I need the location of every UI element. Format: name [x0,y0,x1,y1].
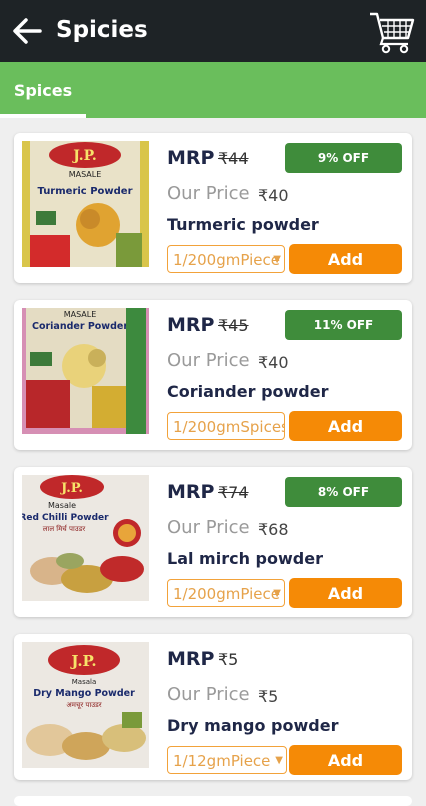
chevron-down-icon: ▼ [273,588,281,599]
our-price-label: Our Price [167,517,250,538]
pack-line: MASALE [64,310,97,319]
mrp-price: ₹74 [218,483,249,502]
mrp-price: ₹5 [218,650,239,669]
our-price: ₹5 [258,687,279,706]
app-header: Spicies [0,0,426,62]
product-image: J.P. Masale Red Chilli Powder लाल मिर्च … [22,475,149,601]
our-price: ₹40 [258,186,289,205]
pack-title: Dry Mango Powder [33,688,135,699]
add-button[interactable]: Add [289,578,402,608]
add-button[interactable]: Add [289,745,402,775]
product-card-partial [14,796,412,806]
product-card[interactable]: J.P. Masale Red Chilli Powder लाल मिर्च … [14,467,412,617]
chevron-down-icon: ▼ [275,755,283,766]
add-button[interactable]: Add [289,411,402,441]
back-arrow-icon[interactable] [10,14,44,48]
product-card[interactable]: MASALE Coriander Powder MRP ₹45 11% OFF … [14,300,412,450]
page-title: Spicies [56,17,148,43]
our-price: ₹40 [258,353,289,372]
product-name: Coriander powder [167,382,329,401]
pack-line: Masala [72,678,97,686]
variant-value: 1/12gmPiece [173,752,271,770]
product-name: Lal mirch powder [167,549,323,568]
variant-select[interactable]: 1/200gmPiece ▼ [167,245,285,273]
pack-brand: J.P. [71,148,97,164]
our-price-label: Our Price [167,183,250,204]
our-price-label: Our Price [167,350,250,371]
tab-label: Spices [13,80,73,100]
pack-title: Turmeric Powder [37,186,132,197]
variant-select[interactable]: 1/200gmPiece ▼ [167,579,285,607]
mrp-label: MRP [167,147,215,169]
discount-badge: 8% OFF [285,477,402,507]
pack-title: Coriander Powder [32,321,128,332]
product-name: Turmeric powder [167,215,319,234]
mrp-label: MRP [167,481,215,503]
variant-value: 1/200gmPiece [173,251,280,269]
variant-value: 1/200gmSpices [173,418,285,436]
chevron-down-icon: ▼ [273,254,281,265]
product-image: MASALE Coriander Powder [22,308,149,434]
cart-icon[interactable] [368,8,416,54]
variant-select[interactable]: 1/12gmPiece ▼ [167,746,287,774]
variant-select[interactable]: 1/200gmSpices [167,412,285,440]
pack-brand: J.P. [60,481,83,496]
product-card[interactable]: J.P. MASALE Turmeric Powder MRP ₹44 9% O… [14,133,412,283]
mrp-price: ₹44 [218,149,249,168]
mrp-label: MRP [167,314,215,336]
pack-hindi: अमचूर पाउडर [66,701,101,709]
add-button[interactable]: Add [289,244,402,274]
product-image: J.P. MASALE Turmeric Powder [22,141,149,267]
pack-line: MASALE [69,170,102,179]
pack-line: Masale [48,501,76,510]
pack-hindi: लाल मिर्च पाउडर [43,524,86,533]
product-name: Dry mango powder [167,716,339,735]
mrp-price: ₹45 [218,316,249,335]
discount-badge: 9% OFF [285,143,402,173]
product-image: J.P. Masala Dry Mango Powder अमचूर पाउडर [22,642,149,768]
pack-brand: J.P. [69,652,96,670]
product-card[interactable]: J.P. Masala Dry Mango Powder अमचूर पाउडर… [14,634,412,780]
our-price: ₹68 [258,520,289,539]
category-tabs: Spices [0,62,426,118]
our-price-label: Our Price [167,684,250,705]
active-tab-indicator [0,114,86,118]
tab-spices[interactable]: Spices [0,62,86,118]
mrp-label: MRP [167,648,215,670]
discount-badge: 11% OFF [285,310,402,340]
variant-value: 1/200gmPiece [173,585,280,603]
pack-title: Red Chilli Powder [22,513,109,523]
